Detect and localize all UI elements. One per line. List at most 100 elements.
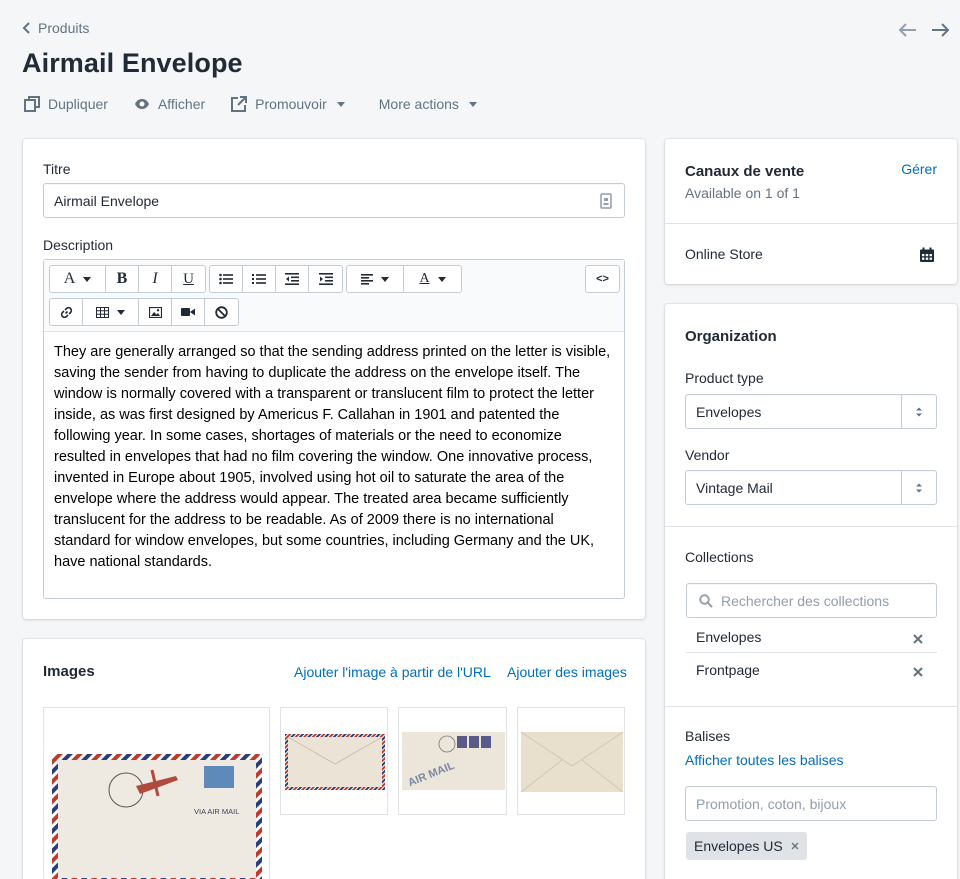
- breadcrumb-label: Produits: [38, 20, 90, 36]
- bullet-list-button[interactable]: [210, 266, 243, 292]
- more-actions-label: More actions: [378, 96, 459, 112]
- title-label: Titre: [43, 161, 71, 177]
- sales-channels-card: Canaux de vente Gérer Available on 1 of …: [665, 139, 957, 284]
- autofill-icon: [600, 193, 612, 212]
- breadcrumb-back[interactable]: Produits: [22, 20, 89, 36]
- select-arrows-icon: [901, 395, 936, 428]
- organization-heading: Organization: [685, 328, 777, 345]
- divider: [665, 706, 957, 707]
- html-code-button[interactable]: <>: [586, 266, 619, 292]
- eye-icon: [134, 99, 149, 109]
- product-image-main[interactable]: VIA AIR MAIL: [43, 707, 270, 879]
- product-type-value: Envelopes: [696, 403, 762, 420]
- text-color-label: A: [419, 271, 430, 286]
- chevron-left-icon: [22, 22, 30, 34]
- description-label: Description: [43, 237, 114, 253]
- images-card: Images Ajouter l'image à partir de l'URL…: [23, 639, 645, 879]
- align-color-group: A: [346, 265, 462, 293]
- action-bar: Dupliquer Afficher Promouvoir More actio…: [24, 94, 477, 114]
- product-type-select[interactable]: Envelopes: [685, 394, 937, 429]
- bold-button[interactable]: B: [106, 266, 139, 292]
- bullet-list-icon: [219, 273, 233, 285]
- insert-group: [49, 298, 239, 326]
- align-left-icon: [361, 273, 373, 285]
- sales-channels-heading: Canaux de vente: [685, 163, 805, 180]
- more-actions-button[interactable]: More actions: [379, 94, 477, 114]
- clear-formatting-button[interactable]: [205, 299, 238, 325]
- italic-button[interactable]: I: [139, 266, 172, 292]
- product-image-4[interactable]: [517, 707, 625, 815]
- chevron-down-icon: [381, 276, 389, 282]
- collections-search-placeholder: Rechercher des collections: [721, 592, 890, 609]
- product-image-2[interactable]: [280, 707, 388, 815]
- description-content[interactable]: They are generally arranged so that the …: [44, 332, 624, 583]
- insert-link-button[interactable]: [50, 299, 83, 325]
- align-dropdown[interactable]: [347, 266, 404, 292]
- underline-button[interactable]: U: [172, 266, 205, 292]
- numbered-list-button[interactable]: [243, 266, 276, 292]
- indent-button[interactable]: [309, 266, 342, 292]
- promote-label: Promouvoir: [255, 96, 327, 112]
- tag-name: Envelopes US: [694, 838, 783, 854]
- code-group: <>: [585, 265, 620, 293]
- bold-label: B: [116, 270, 128, 287]
- divider: [665, 526, 957, 527]
- search-icon: [699, 594, 713, 611]
- svg-text:VIA AIR MAIL: VIA AIR MAIL: [194, 807, 239, 816]
- product-type-label: Product type: [685, 370, 764, 386]
- collections-label: Collections: [685, 549, 754, 565]
- duplicate-button[interactable]: Dupliquer: [24, 94, 108, 114]
- product-pager: [898, 20, 950, 40]
- insert-video-button[interactable]: [172, 299, 205, 325]
- image-icon: [148, 306, 162, 318]
- indent-icon: [318, 273, 333, 285]
- tags-placeholder: Promotion, coton, bijoux: [696, 795, 847, 812]
- collections-search-input[interactable]: Rechercher des collections: [686, 583, 937, 618]
- chevron-down-icon: [336, 101, 345, 107]
- title-input[interactable]: Airmail Envelope: [43, 183, 625, 218]
- tags-label: Balises: [685, 728, 731, 744]
- calendar-icon[interactable]: [919, 247, 935, 266]
- select-arrows-icon: [901, 471, 936, 504]
- remove-tag-icon[interactable]: [791, 842, 799, 850]
- collection-item: Envelopes: [686, 620, 937, 653]
- view-button[interactable]: Afficher: [134, 94, 205, 114]
- tags-input[interactable]: Promotion, coton, bijoux: [685, 786, 937, 821]
- remove-collection-icon[interactable]: [913, 664, 923, 680]
- envelope-image: AIR MAIL: [402, 732, 505, 790]
- product-details-card: Titre Airmail Envelope Description A B I…: [23, 139, 645, 619]
- availability-text: Available on 1 of 1: [685, 185, 800, 201]
- outdent-icon: [285, 273, 299, 285]
- text-color-dropdown[interactable]: A: [404, 266, 461, 292]
- vendor-label: Vendor: [685, 447, 730, 463]
- insert-table-dropdown[interactable]: [83, 299, 139, 325]
- insert-image-button[interactable]: [139, 299, 172, 325]
- chevron-down-icon: [468, 101, 477, 107]
- font-style-label: A: [63, 270, 76, 287]
- divider: [665, 223, 957, 224]
- previous-arrow-icon[interactable]: [898, 20, 918, 40]
- description-editor: A B I U A <> They are generally arranged…: [43, 259, 625, 599]
- add-images-link[interactable]: Ajouter des images: [507, 664, 627, 680]
- remove-collection-icon[interactable]: [913, 631, 923, 647]
- italic-label: I: [152, 270, 158, 287]
- clear-formatting-icon: [215, 305, 228, 319]
- organization-card: Organization Product type Envelopes Vend…: [665, 304, 957, 879]
- airmail-envelope-image: VIA AIR MAIL: [52, 754, 262, 879]
- envelope-image: [520, 731, 624, 793]
- collection-item: Frontpage: [686, 653, 937, 686]
- product-image-3[interactable]: AIR MAIL: [398, 707, 507, 815]
- tag-chip: Envelopes US: [686, 832, 807, 860]
- show-all-tags-link[interactable]: Afficher toutes les balises: [685, 752, 844, 768]
- promote-button[interactable]: Promouvoir: [231, 94, 345, 114]
- collection-name: Frontpage: [696, 662, 760, 678]
- envelope-image: [285, 734, 385, 790]
- font-style-dropdown[interactable]: A: [50, 266, 106, 292]
- manage-channels-link[interactable]: Gérer: [901, 161, 937, 177]
- link-icon: [60, 306, 72, 318]
- add-image-from-url-link[interactable]: Ajouter l'image à partir de l'URL: [294, 664, 491, 680]
- outdent-button[interactable]: [276, 266, 309, 292]
- vendor-select[interactable]: Vintage Mail: [685, 470, 937, 505]
- video-icon: [181, 308, 195, 316]
- next-arrow-icon[interactable]: [930, 20, 950, 40]
